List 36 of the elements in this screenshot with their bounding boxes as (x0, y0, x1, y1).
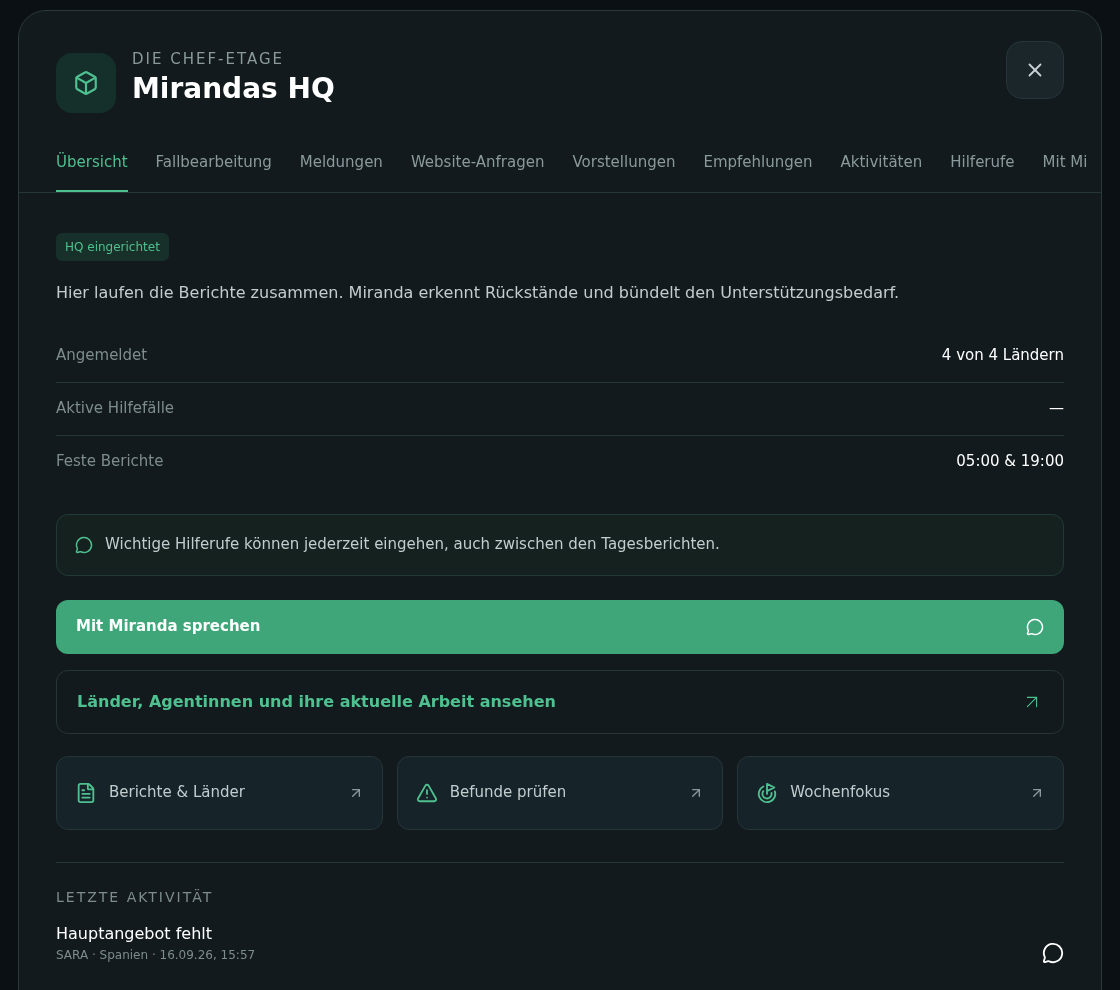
tab[interactable]: Website-Anfragen (410, 151, 545, 192)
tab[interactable]: Fallbearbeitung (155, 151, 272, 192)
close-button[interactable] (1006, 41, 1064, 99)
notice-text: Wichtige Hilferufe können jederzeit eingehen, auch zwischen den Tagesberichten. (105, 534, 720, 556)
box-icon (56, 53, 116, 113)
tab[interactable]: Übersicht (56, 151, 128, 192)
stat-value: — (1049, 398, 1064, 420)
tab[interactable]: Aktivitäten (840, 151, 923, 192)
status-badge: HQ eingerichtet (56, 232, 169, 261)
activity-meta: SARA · Spanien · 16.09.26, 15:57 (56, 946, 256, 964)
shortcut-card[interactable]: Befunde prüfen (396, 755, 724, 830)
target-icon (756, 781, 779, 804)
intro-text: Hier laufen die Berichte zusammen. Miranda erkennt Rückstände und bündelt den Unterstützungsbedarf. (56, 281, 901, 304)
tab[interactable]: Hilferufe (950, 151, 1015, 192)
shortcut-card[interactable]: Wochenfokus (737, 755, 1064, 830)
tab[interactable]: Meldungen (299, 151, 383, 192)
section-eyebrow: DIE CHEF-ETAGE (132, 49, 286, 71)
stat-label: Feste Berichte (56, 451, 164, 473)
stat-value: 4 von 4 Ländern (941, 344, 1064, 366)
shortcut-card[interactable]: Berichte & Länder (56, 755, 383, 830)
stat-value: 05:00 & 19:00 (956, 451, 1064, 473)
activity-heading: LETZTE AKTIVITÄT (56, 887, 215, 907)
view-countries-link[interactable]: Länder, Agentinnen und ihre aktuelle Arbeit ansehen (56, 669, 1064, 734)
warning-icon (415, 781, 438, 804)
tab[interactable]: Empfehlungen (703, 151, 813, 192)
dialog-title: Mirandas HQ (132, 70, 335, 106)
chat-icon (75, 535, 93, 554)
chat-icon[interactable] (1042, 941, 1064, 964)
tab[interactable]: Mit Mi (1042, 151, 1088, 192)
chat-icon (1026, 617, 1044, 636)
talk-button[interactable]: Mit Miranda sprechen (56, 599, 1064, 654)
stat-label: Angemeldet (56, 344, 148, 366)
tab[interactable]: Vorstellungen (572, 151, 676, 192)
document-icon (75, 781, 97, 804)
stat-label: Aktive Hilfefälle (56, 398, 175, 420)
activity-title: Hauptangebot fehlt (56, 922, 213, 945)
